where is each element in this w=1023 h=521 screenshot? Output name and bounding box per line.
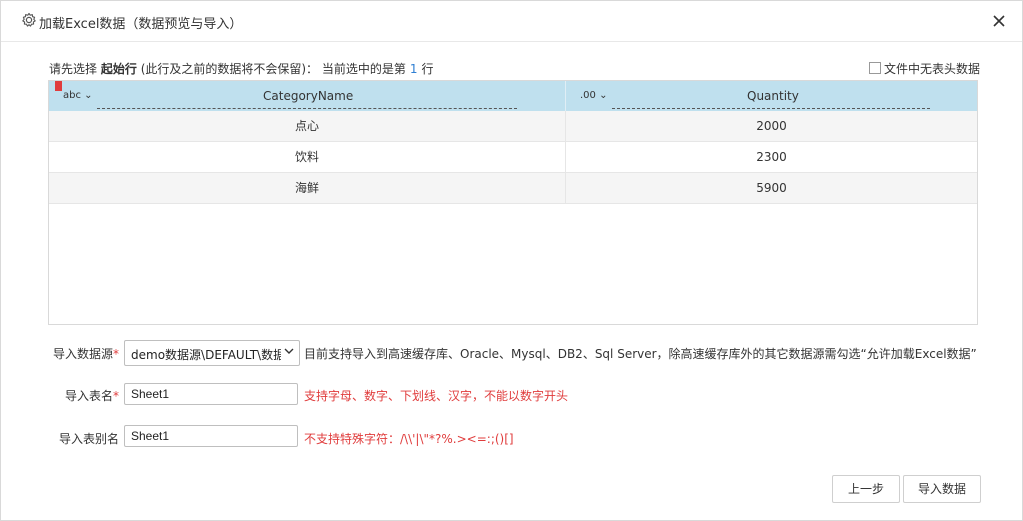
data-preview-grid: abc ⌄ CategoryName .00 ⌄ Quantity 点心 200…: [48, 80, 978, 325]
table-name-label: 导入表名*: [64, 389, 119, 403]
hint-middle: (此行及之前的数据将不会保留)： 当前选中的是第: [140, 62, 406, 76]
hint-prefix: 请先选择: [49, 62, 98, 76]
import-data-button[interactable]: 导入数据: [903, 475, 981, 503]
dialog-title: 加载Excel数据（数据预览与导入）: [39, 17, 243, 32]
datasource-label: 导入数据源*: [52, 347, 119, 361]
table-cell: 2000: [756, 119, 787, 133]
column-name-underline: [612, 108, 930, 109]
table-cell: 饮料: [49, 142, 566, 172]
table-row[interactable]: 点心 2000: [49, 111, 977, 142]
hint-suffix: 行: [421, 62, 434, 76]
column-type-selector[interactable]: .00 ⌄: [580, 90, 607, 101]
table-cell: 2300: [756, 150, 787, 164]
table-cell: 海鲜: [49, 173, 566, 203]
no-header-option[interactable]: 文件中无表头数据: [869, 60, 980, 77]
column-name: Quantity: [747, 89, 799, 103]
table-row[interactable]: 饮料 2300: [49, 142, 977, 173]
table-cell: 点心: [49, 111, 566, 141]
table-row[interactable]: 海鲜 5900: [49, 173, 977, 204]
no-header-label: 文件中无表头数据: [884, 62, 981, 76]
datasource-select[interactable]: demo数据源\DEFAULT\数据: [124, 340, 300, 366]
no-header-checkbox[interactable]: [869, 62, 881, 74]
column-name-underline: [97, 108, 517, 109]
chevron-down-icon: [284, 348, 294, 354]
excel-import-dialog: 加载Excel数据（数据预览与导入） 请先选择 起始行 (此行及之前的数据将不会…: [0, 0, 1023, 521]
alias-note: 不支持特殊字符：/\\'|\"*?%.><=:;()[]: [304, 432, 514, 446]
datasource-value: demo数据源\DEFAULT\数据: [131, 348, 281, 362]
column-header-quantity[interactable]: .00 ⌄ Quantity: [566, 81, 977, 111]
prev-step-button[interactable]: 上一步: [832, 475, 900, 503]
table-alias-input[interactable]: [124, 425, 298, 447]
start-row-hint: 请先选择 起始行 (此行及之前的数据将不会保留)： 当前选中的是第 1 行: [49, 60, 434, 77]
gear-icon: [22, 12, 36, 27]
column-header-categoryname[interactable]: abc ⌄ CategoryName: [49, 81, 566, 111]
table-name-note: 支持字母、数字、下划线、汉字，不能以数字开头: [304, 389, 569, 403]
column-type-selector[interactable]: abc ⌄: [63, 90, 93, 101]
hint-bold: 起始行: [100, 62, 137, 76]
selected-row-number: 1: [409, 62, 418, 76]
alias-label: 导入表别名: [58, 432, 119, 446]
column-name: CategoryName: [263, 89, 354, 103]
dialog-titlebar: 加载Excel数据（数据预览与导入）: [1, 1, 1022, 42]
close-icon[interactable]: [990, 12, 1008, 30]
table-cell: 5900: [756, 181, 787, 195]
table-name-input[interactable]: [124, 383, 298, 405]
grid-header: abc ⌄ CategoryName .00 ⌄ Quantity: [49, 81, 977, 111]
datasource-note: 目前支持导入到高速缓存库、Oracle、Mysql、DB2、Sql Server…: [304, 347, 977, 361]
